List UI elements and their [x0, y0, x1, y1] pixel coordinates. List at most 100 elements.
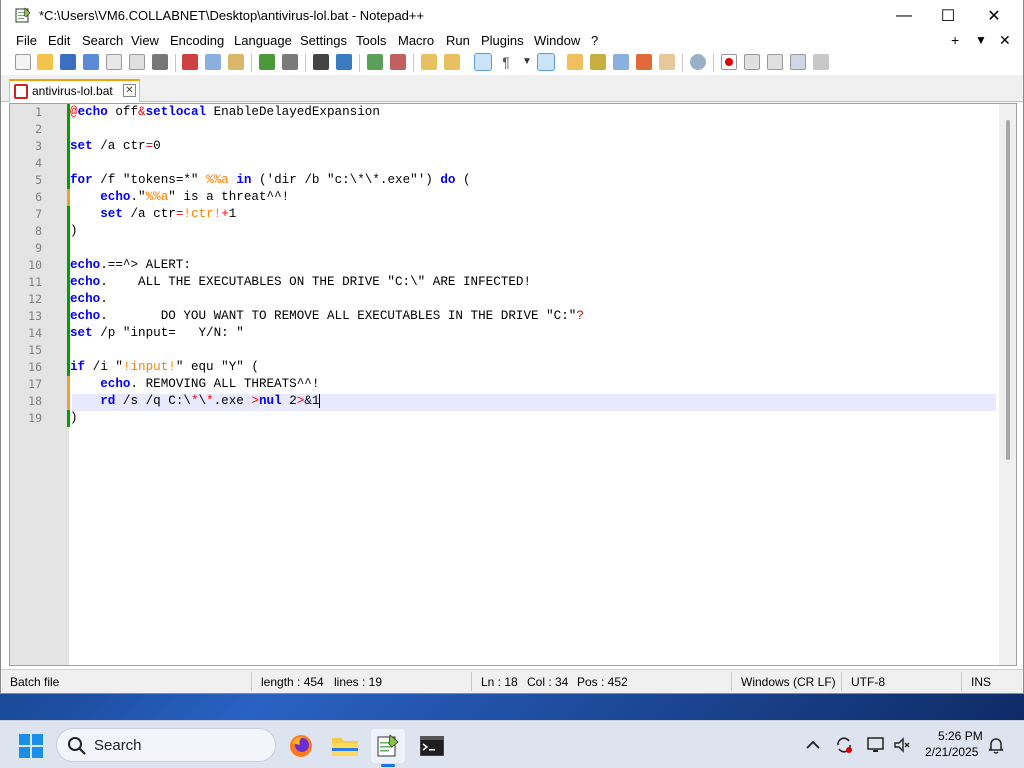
code-line[interactable]: echo."%%a" is a threat^^!	[70, 189, 289, 206]
code-line[interactable]: @echo off&setlocal EnableDelayedExpansio…	[70, 104, 380, 121]
replace-icon[interactable]	[336, 54, 352, 70]
print-icon[interactable]	[152, 54, 168, 70]
code-line[interactable]: echo. DO YOU WANT TO REMOVE ALL EXECUTAB…	[70, 308, 584, 325]
code-line[interactable]: echo.==^> ALERT:	[70, 257, 191, 274]
menu-help[interactable]: ?	[591, 33, 598, 48]
code-line[interactable]: set /p "input= Y/N: "	[70, 325, 244, 342]
vertical-scrollbar[interactable]	[999, 104, 1016, 665]
maximize-button[interactable]: ☐	[925, 0, 971, 31]
menu-view[interactable]: View	[131, 33, 159, 48]
menu-settings[interactable]: Settings	[300, 33, 347, 48]
search-icon	[68, 737, 86, 755]
menu-language[interactable]: Language	[234, 33, 292, 48]
document-map-icon[interactable]	[590, 54, 606, 70]
copy-icon[interactable]	[205, 54, 221, 70]
network-icon[interactable]	[866, 735, 886, 755]
menu-search[interactable]: Search	[82, 33, 123, 48]
status-insert-mode[interactable]: INS	[971, 675, 991, 689]
record-macro-icon[interactable]	[721, 54, 737, 70]
save-icon[interactable]	[60, 54, 76, 70]
cut-icon[interactable]	[182, 54, 198, 70]
menu-plugins[interactable]: Plugins	[481, 33, 524, 48]
minimize-button[interactable]: —	[881, 0, 927, 31]
run-macro-multiple-icon[interactable]	[790, 54, 806, 70]
save-macro-icon[interactable]	[813, 54, 829, 70]
scrollbar-thumb[interactable]	[1006, 120, 1010, 460]
volume-muted-icon[interactable]	[892, 735, 912, 755]
toolbar-separator	[713, 54, 714, 72]
menu-encoding[interactable]: Encoding	[170, 33, 224, 48]
tab-list-dropdown-icon[interactable]: ▼	[975, 33, 987, 47]
close-file-icon[interactable]	[106, 54, 122, 70]
title-bar[interactable]: *C:\Users\VM6.COLLABNET\Desktop\antiviru…	[1, 0, 1023, 31]
code-line[interactable]: set /a ctr=!ctr!+1	[70, 206, 236, 223]
status-encoding[interactable]: UTF-8	[851, 675, 885, 689]
clock-date[interactable]: 2/21/2025	[925, 745, 978, 759]
code-line[interactable]: echo.	[70, 291, 108, 308]
language-define-icon[interactable]	[567, 54, 583, 70]
redo-icon[interactable]	[282, 54, 298, 70]
taskbar: Search 5:26 PM 2/21/2025	[0, 720, 1024, 768]
close-all-icon[interactable]	[129, 54, 145, 70]
line-number: 1	[35, 105, 42, 119]
tab-close-icon[interactable]: ✕	[123, 84, 136, 97]
firefox-taskbar-icon[interactable]	[284, 729, 318, 763]
code-line[interactable]: set /a ctr=0	[70, 138, 161, 155]
code-line[interactable]: if /i "!input!" equ "Y" (	[70, 359, 259, 376]
show-all-characters-icon[interactable]: ¶	[498, 54, 514, 70]
menu-tools[interactable]: Tools	[356, 33, 386, 48]
menu-window[interactable]: Window	[534, 33, 580, 48]
function-list-icon[interactable]	[636, 54, 652, 70]
dropdown-arrow-icon[interactable]: ▼	[519, 54, 535, 70]
new-tab-plus-icon[interactable]: +	[951, 32, 959, 48]
chevron-up-icon[interactable]	[803, 735, 823, 755]
new-file-icon[interactable]	[15, 54, 31, 70]
menu-file[interactable]: File	[16, 33, 37, 48]
line-number: 3	[35, 139, 42, 153]
clock-time[interactable]: 5:26 PM	[938, 729, 983, 743]
tab-antivirus-lol-bat[interactable]: antivirus-lol.bat ✕	[9, 79, 140, 102]
word-wrap-icon[interactable]	[474, 53, 492, 71]
sync-horizontal-icon[interactable]	[444, 54, 460, 70]
file-explorer-taskbar-icon[interactable]	[328, 729, 362, 763]
terminal-taskbar-icon[interactable]	[415, 729, 449, 763]
status-eol[interactable]: Windows (CR LF)	[741, 675, 836, 689]
save-all-icon[interactable]	[83, 54, 99, 70]
monitoring-eye-icon[interactable]	[690, 54, 706, 70]
code-line[interactable]: echo. ALL THE EXECUTABLES ON THE DRIVE "…	[70, 274, 531, 291]
folder-workspace-icon[interactable]	[659, 54, 675, 70]
indent-guide-icon[interactable]	[537, 53, 555, 71]
zoom-in-icon[interactable]	[367, 54, 383, 70]
windows-start-icon[interactable]	[18, 733, 44, 759]
taskbar-search-box[interactable]: Search	[56, 728, 276, 762]
saved-change-marker	[67, 155, 70, 172]
sync-refresh-icon[interactable]	[834, 735, 854, 755]
close-document-icon[interactable]: ✕	[999, 32, 1011, 49]
sync-vertical-icon[interactable]	[421, 54, 437, 70]
stop-macro-icon[interactable]	[744, 54, 760, 70]
line-number: 18	[28, 394, 42, 408]
code-line[interactable]: rd /s /q C:\*\*.exe >nul 2>&1	[70, 393, 321, 410]
code-line[interactable]: )	[70, 223, 78, 240]
undo-icon[interactable]	[259, 54, 275, 70]
find-icon[interactable]	[313, 54, 329, 70]
menu-macro[interactable]: Macro	[398, 33, 434, 48]
active-app-indicator	[381, 764, 395, 767]
zoom-out-icon[interactable]	[390, 54, 406, 70]
line-number: 4	[35, 156, 42, 170]
code-line[interactable]: for /f "tokens=*" %%a in ('dir /b "c:\*\…	[70, 172, 471, 189]
menu-run[interactable]: Run	[446, 33, 470, 48]
notepadpp-taskbar-icon[interactable]	[371, 729, 405, 763]
paste-icon[interactable]	[228, 54, 244, 70]
code-line[interactable]: echo. REMOVING ALL THREATS^^!	[70, 376, 319, 393]
open-file-icon[interactable]	[37, 54, 53, 70]
line-number: 10	[28, 258, 42, 272]
close-button[interactable]: ✕	[971, 0, 1017, 31]
code-line[interactable]: )	[70, 410, 78, 427]
play-macro-icon[interactable]	[767, 54, 783, 70]
code-editor[interactable]: 1 @echo off&setlocal EnableDelayedExpansi…	[9, 103, 1017, 666]
notification-bell-icon[interactable]	[986, 735, 1006, 755]
firefox-icon	[290, 735, 312, 757]
menu-edit[interactable]: Edit	[48, 33, 70, 48]
document-list-icon[interactable]	[613, 54, 629, 70]
